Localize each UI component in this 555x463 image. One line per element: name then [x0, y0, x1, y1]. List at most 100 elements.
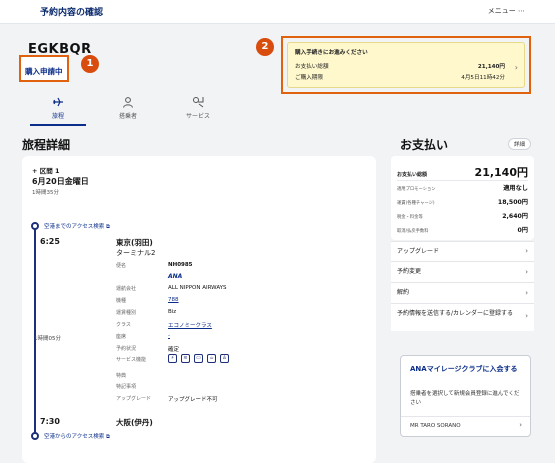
- itinerary-card: + 区間 1 6月20日金曜日 1時間35分 空港までのアクセス検索 ⧉ 6:2…: [22, 156, 376, 463]
- booking-confirmation-page: 予約内容の確認 メニュー ⋯ EGKBQR 購入申請中 1 2 購入手続きにお進…: [0, 0, 555, 463]
- member-name: MR TARO SORANO: [410, 423, 461, 429]
- payment-row-value: 0円: [517, 227, 529, 234]
- power-icon: ⚡: [168, 354, 177, 363]
- change-booking-action[interactable]: 予約変更 ›: [391, 261, 534, 282]
- screen-icon: ▭: [194, 354, 203, 363]
- payment-row-value: 適用なし: [503, 185, 528, 192]
- payment-row-value: 18,500円: [497, 199, 528, 206]
- timeline-dot: [31, 432, 39, 440]
- class-link[interactable]: エコノミークラス: [168, 321, 212, 329]
- detail-label: 予約状況: [116, 346, 137, 352]
- detail-value: Biz: [168, 309, 177, 315]
- status-highlight-box: 購入申請中: [19, 55, 69, 82]
- action-label: 解約: [397, 289, 410, 296]
- itinerary-section-title: 旅程詳細: [22, 138, 71, 152]
- timeline-line: [34, 226, 36, 438]
- action-label: アップグレード: [397, 248, 440, 255]
- purchase-notice[interactable]: 購入手続きにお進みください お支払い総額 21,140円 ご購入期限 4月5日1…: [287, 42, 525, 88]
- detail-label: 特典: [116, 373, 127, 379]
- send-calendar-action[interactable]: 予約情報を送信する/カレンダーに登録する ›: [391, 303, 534, 331]
- chevron-right-icon: ›: [525, 312, 528, 320]
- detail-label: 座席: [116, 334, 127, 340]
- notice-amount-row: お支払い総額 21,140円: [295, 62, 505, 70]
- aircraft-link[interactable]: 788: [168, 297, 179, 303]
- detail-value: ALL NIPPON AIRWAYS: [168, 285, 227, 291]
- meal-icon: ☕: [207, 354, 216, 363]
- divider: [397, 180, 528, 181]
- payment-row: 適用プロモーション 適用なし: [397, 183, 528, 192]
- detail-label: 機種: [116, 298, 127, 304]
- detail-label: 特記事項: [116, 384, 137, 390]
- flight-label: 便名: [116, 263, 127, 269]
- wifi-icon: ≋: [181, 354, 190, 363]
- payment-row: 税金・料金等 2,640円: [397, 211, 528, 220]
- upgrade-value: アップグレード不可: [168, 397, 218, 403]
- tab-label: 旅程: [51, 113, 64, 120]
- payment-row-label: 税金・料金等: [397, 215, 423, 220]
- payment-row-value: 2,640円: [502, 213, 528, 220]
- notice-deadline-value: 4月5日11時42分: [461, 75, 505, 81]
- tab-services[interactable]: サービス: [170, 96, 226, 120]
- flight-number: NH0985: [168, 262, 193, 268]
- detail-label: アップグレード: [116, 396, 152, 402]
- status-badge: 購入申請中: [25, 67, 63, 76]
- arrival-time: 7:30: [40, 417, 60, 426]
- tab-passengers[interactable]: 搭乗者: [100, 96, 156, 120]
- divider: [401, 416, 530, 417]
- access-after-text: 空港からのアクセス検索: [44, 434, 105, 440]
- service-icon: [193, 97, 204, 108]
- header-bar: 予約内容の確認 メニュー ⋯: [0, 0, 555, 24]
- person-icon: [123, 97, 133, 108]
- plane-icon: [53, 97, 63, 107]
- access-before-text: 空港までのアクセス検索: [44, 224, 105, 230]
- segment-label-text: 区間 1: [39, 167, 60, 175]
- payment-row-label: 取消/払戻手数料: [397, 229, 429, 234]
- total-duration: 1時間35分: [32, 190, 59, 196]
- chevron-right-icon: ›: [525, 247, 528, 255]
- action-label: 予約変更: [397, 268, 422, 275]
- payment-section-title: お支払い: [400, 138, 449, 152]
- access-search-after-link[interactable]: 空港からのアクセス検索 ⧉: [44, 432, 110, 441]
- access-search-before-link[interactable]: 空港までのアクセス検索 ⧉: [44, 222, 110, 231]
- timeline-dot: [31, 222, 39, 230]
- departure-terminal: ターミナル2: [116, 249, 156, 257]
- chevron-right-icon[interactable]: ›: [519, 421, 522, 429]
- payment-row-label: 適用プロモーション: [397, 187, 436, 192]
- payment-total-row: お支払い総額 21,140円: [397, 164, 528, 180]
- seat-link[interactable]: -: [168, 333, 170, 339]
- seat-icon: ♙: [220, 354, 229, 363]
- departure-time: 6:25: [40, 237, 60, 246]
- tab-label: サービス: [185, 113, 210, 120]
- flight-date: 6月20日金曜日: [32, 177, 89, 186]
- notice-amount-label: お支払い総額: [295, 64, 329, 70]
- chevron-right-icon: ›: [525, 268, 528, 276]
- chevron-right-icon: ›: [525, 289, 528, 297]
- detail-value: 確定: [168, 347, 180, 353]
- notice-amount-value: 21,140円: [477, 64, 505, 70]
- departure-city: 東京(羽田): [116, 238, 153, 247]
- notice-deadline-row: ご購入期限 4月5日11時42分: [295, 73, 505, 81]
- detail-label: 運賃種別: [116, 310, 137, 316]
- callout-marker-2: 2: [256, 38, 274, 56]
- payment-detail-button[interactable]: 詳細: [508, 138, 532, 150]
- flight-duration: 1時間05分: [34, 336, 61, 342]
- payment-total-value: 21,140円: [474, 166, 528, 179]
- airline-logo: ANA: [168, 273, 183, 280]
- tab-bar: 旅程 搭乗者 サービス: [30, 96, 230, 126]
- cancel-booking-action[interactable]: 解約 ›: [391, 282, 534, 303]
- external-link-icon: ⧉: [105, 224, 110, 230]
- payment-row: 運賃(各種チャージ) 18,500円: [397, 197, 528, 206]
- detail-label: 運航会社: [116, 286, 137, 292]
- tab-itinerary[interactable]: 旅程: [30, 96, 86, 120]
- page-title: 予約内容の確認: [40, 8, 104, 18]
- mileage-club-description: 搭乗者を選択して新規会員登録に進んでください: [410, 391, 520, 406]
- payment-card: お支払い総額 21,140円 適用プロモーション 適用なし 運賃(各種チャージ)…: [391, 156, 534, 240]
- notice-deadline-label: ご購入期限: [295, 75, 323, 81]
- mileage-club-title: ANAマイレージクラブに入会する: [410, 365, 518, 373]
- callout-marker-1: 1: [81, 55, 99, 73]
- menu-button[interactable]: メニュー ⋯: [488, 6, 525, 16]
- payment-total-label: お支払い総額: [397, 172, 428, 178]
- upgrade-action[interactable]: アップグレード ›: [391, 241, 534, 261]
- action-label: 予約情報を送信する/カレンダーに登録する: [397, 310, 514, 317]
- service-icons: ⚡ ≋ ▭ ☕ ♙: [168, 354, 229, 363]
